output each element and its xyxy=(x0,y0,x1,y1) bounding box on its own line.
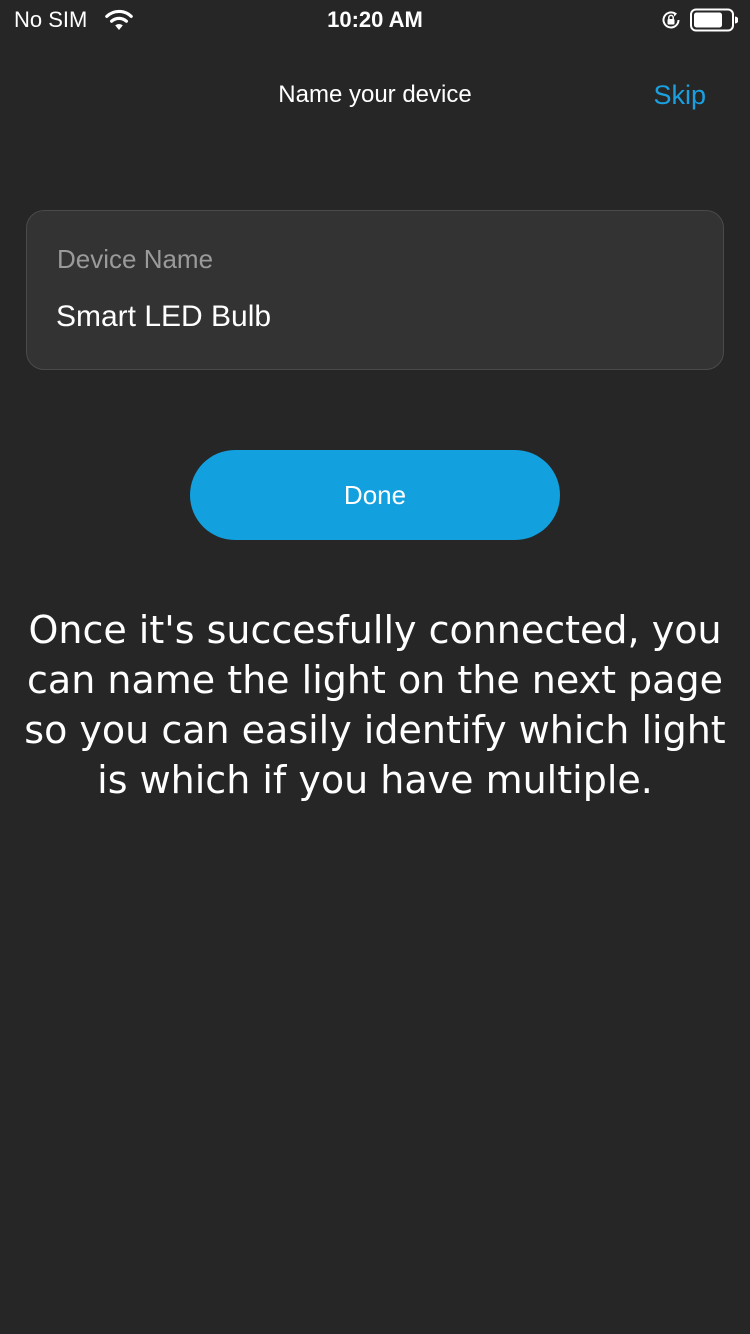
device-name-input[interactable] xyxy=(56,295,686,339)
battery-icon xyxy=(690,8,738,32)
orientation-lock-icon xyxy=(662,11,680,29)
status-bar: No SIM 10:20 AM xyxy=(0,0,750,40)
skip-button[interactable]: Skip xyxy=(653,79,706,111)
info-text: Once it's succesfully connected, you can… xyxy=(24,608,726,802)
done-button[interactable]: Done xyxy=(190,450,560,540)
device-name-label: Device Name xyxy=(57,244,214,274)
device-name-field[interactable]: Device Name xyxy=(26,210,724,370)
name-device-screen: No SIM 10:20 AM Name your device Skip De… xyxy=(0,0,750,1334)
page-title: Name your device xyxy=(278,81,472,108)
clock: 10:20 AM xyxy=(327,7,423,32)
